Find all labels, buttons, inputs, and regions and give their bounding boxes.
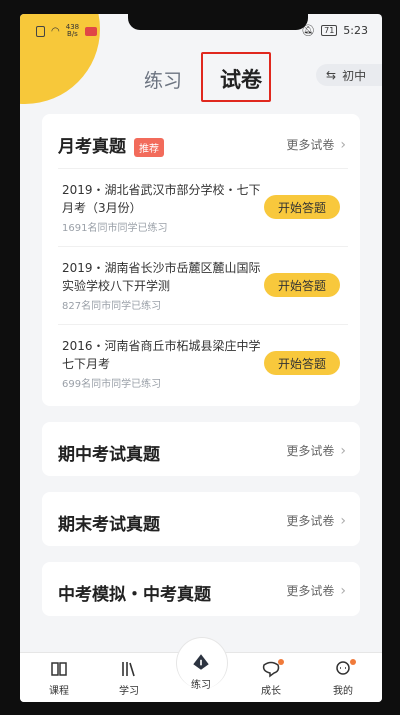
high-school-exam-card[interactable]: 中考模拟・中考真题 更多试卷 › <box>42 562 360 616</box>
paper-count: 699名同市同学已练习 <box>62 379 162 390</box>
paper-title: 2016・河南省商丘市柘城县梁庄中学七下月考 <box>62 339 261 371</box>
grade-label: 初中 <box>342 68 367 83</box>
phone-frame: ◠ 438 B/s 🔕︎ 71 5:23 练习 试卷 ⇆ 初中 月考真题 推荐 … <box>0 0 400 715</box>
midterm-more-link[interactable]: 更多试卷 › <box>286 442 346 459</box>
midterm-exam-card[interactable]: 期中考试真题 更多试卷 › <box>42 422 360 476</box>
monthly-more-link[interactable]: 更多试卷 › <box>286 136 346 153</box>
final-more-link[interactable]: 更多试卷 › <box>286 512 346 529</box>
start-answer-button[interactable]: 开始答题 <box>264 351 340 375</box>
bottom-nav: 课程 学习 练习 成长 我的 <box>20 637 382 702</box>
chevron-right-icon: › <box>340 512 346 529</box>
pen-icon <box>193 654 209 670</box>
nav-practice[interactable]: 练习 <box>180 645 222 702</box>
paper-count: 1691名同市同学已练习 <box>62 223 168 234</box>
sim-icon <box>36 25 45 37</box>
chevron-right-icon: › <box>340 442 346 459</box>
paper-title: 2019・湖北省武汉市部分学校・七下月考（3月份） <box>62 183 261 215</box>
monthly-exam-title: 月考真题 推荐 <box>58 132 164 157</box>
monthly-exam-card: 月考真题 推荐 更多试卷 › 2019・湖北省武汉市部分学校・七下月考（3月份） 1… <box>42 114 360 406</box>
nav-mine[interactable]: 我的 <box>318 659 368 697</box>
final-exam-title: 期末考试真题 <box>58 515 160 535</box>
tab-practice[interactable]: 练习 <box>144 66 182 93</box>
book-icon <box>51 662 67 676</box>
midterm-exam-title: 期中考试真题 <box>58 445 160 465</box>
start-answer-button[interactable]: 开始答题 <box>264 273 340 297</box>
highlight-annotation <box>201 52 271 102</box>
notification-icon <box>85 26 98 36</box>
paper-item[interactable]: 2019・湖北省武汉市部分学校・七下月考（3月份） 1691名同市同学已练习 开… <box>58 168 348 246</box>
high-school-exam-title: 中考模拟・中考真题 <box>58 585 211 605</box>
mine-notification-dot <box>350 659 356 665</box>
start-answer-button[interactable]: 开始答题 <box>264 195 340 219</box>
chevron-right-icon: › <box>340 136 346 153</box>
switch-icon: ⇆ <box>326 68 337 82</box>
app-screen: ◠ 438 B/s 🔕︎ 71 5:23 练习 试卷 ⇆ 初中 月考真题 推荐 … <box>20 14 382 702</box>
network-speed: 438 B/s <box>65 23 80 38</box>
camera-notch <box>128 14 308 30</box>
recommend-badge: 推荐 <box>134 137 164 157</box>
final-exam-card[interactable]: 期末考试真题 更多试卷 › <box>42 492 360 546</box>
paper-count: 827名同市同学已练习 <box>62 301 162 312</box>
paper-item[interactable]: 2019・湖南省长沙市岳麓区麓山国际实验学校八下开学测 827名同市同学已练习 … <box>58 246 348 324</box>
clock: 5:23 <box>343 24 368 37</box>
battery-icon: 71 <box>321 25 338 36</box>
nav-growth[interactable]: 成长 <box>246 659 296 697</box>
chevron-right-icon: › <box>340 582 346 599</box>
high-school-more-link[interactable]: 更多试卷 › <box>286 582 346 599</box>
books-icon <box>122 662 135 677</box>
nav-course[interactable]: 课程 <box>34 659 84 697</box>
growth-notification-dot <box>278 659 284 665</box>
nav-study[interactable]: 学习 <box>104 659 154 697</box>
paper-title: 2019・湖南省长沙市岳麓区麓山国际实验学校八下开学测 <box>62 261 261 293</box>
paper-item[interactable]: 2016・河南省商丘市柘城县梁庄中学七下月考 699名同市同学已练习 开始答题 <box>58 324 348 402</box>
grade-switch-button[interactable]: ⇆ 初中 <box>316 64 382 86</box>
wifi-icon: ◠ <box>51 25 60 37</box>
